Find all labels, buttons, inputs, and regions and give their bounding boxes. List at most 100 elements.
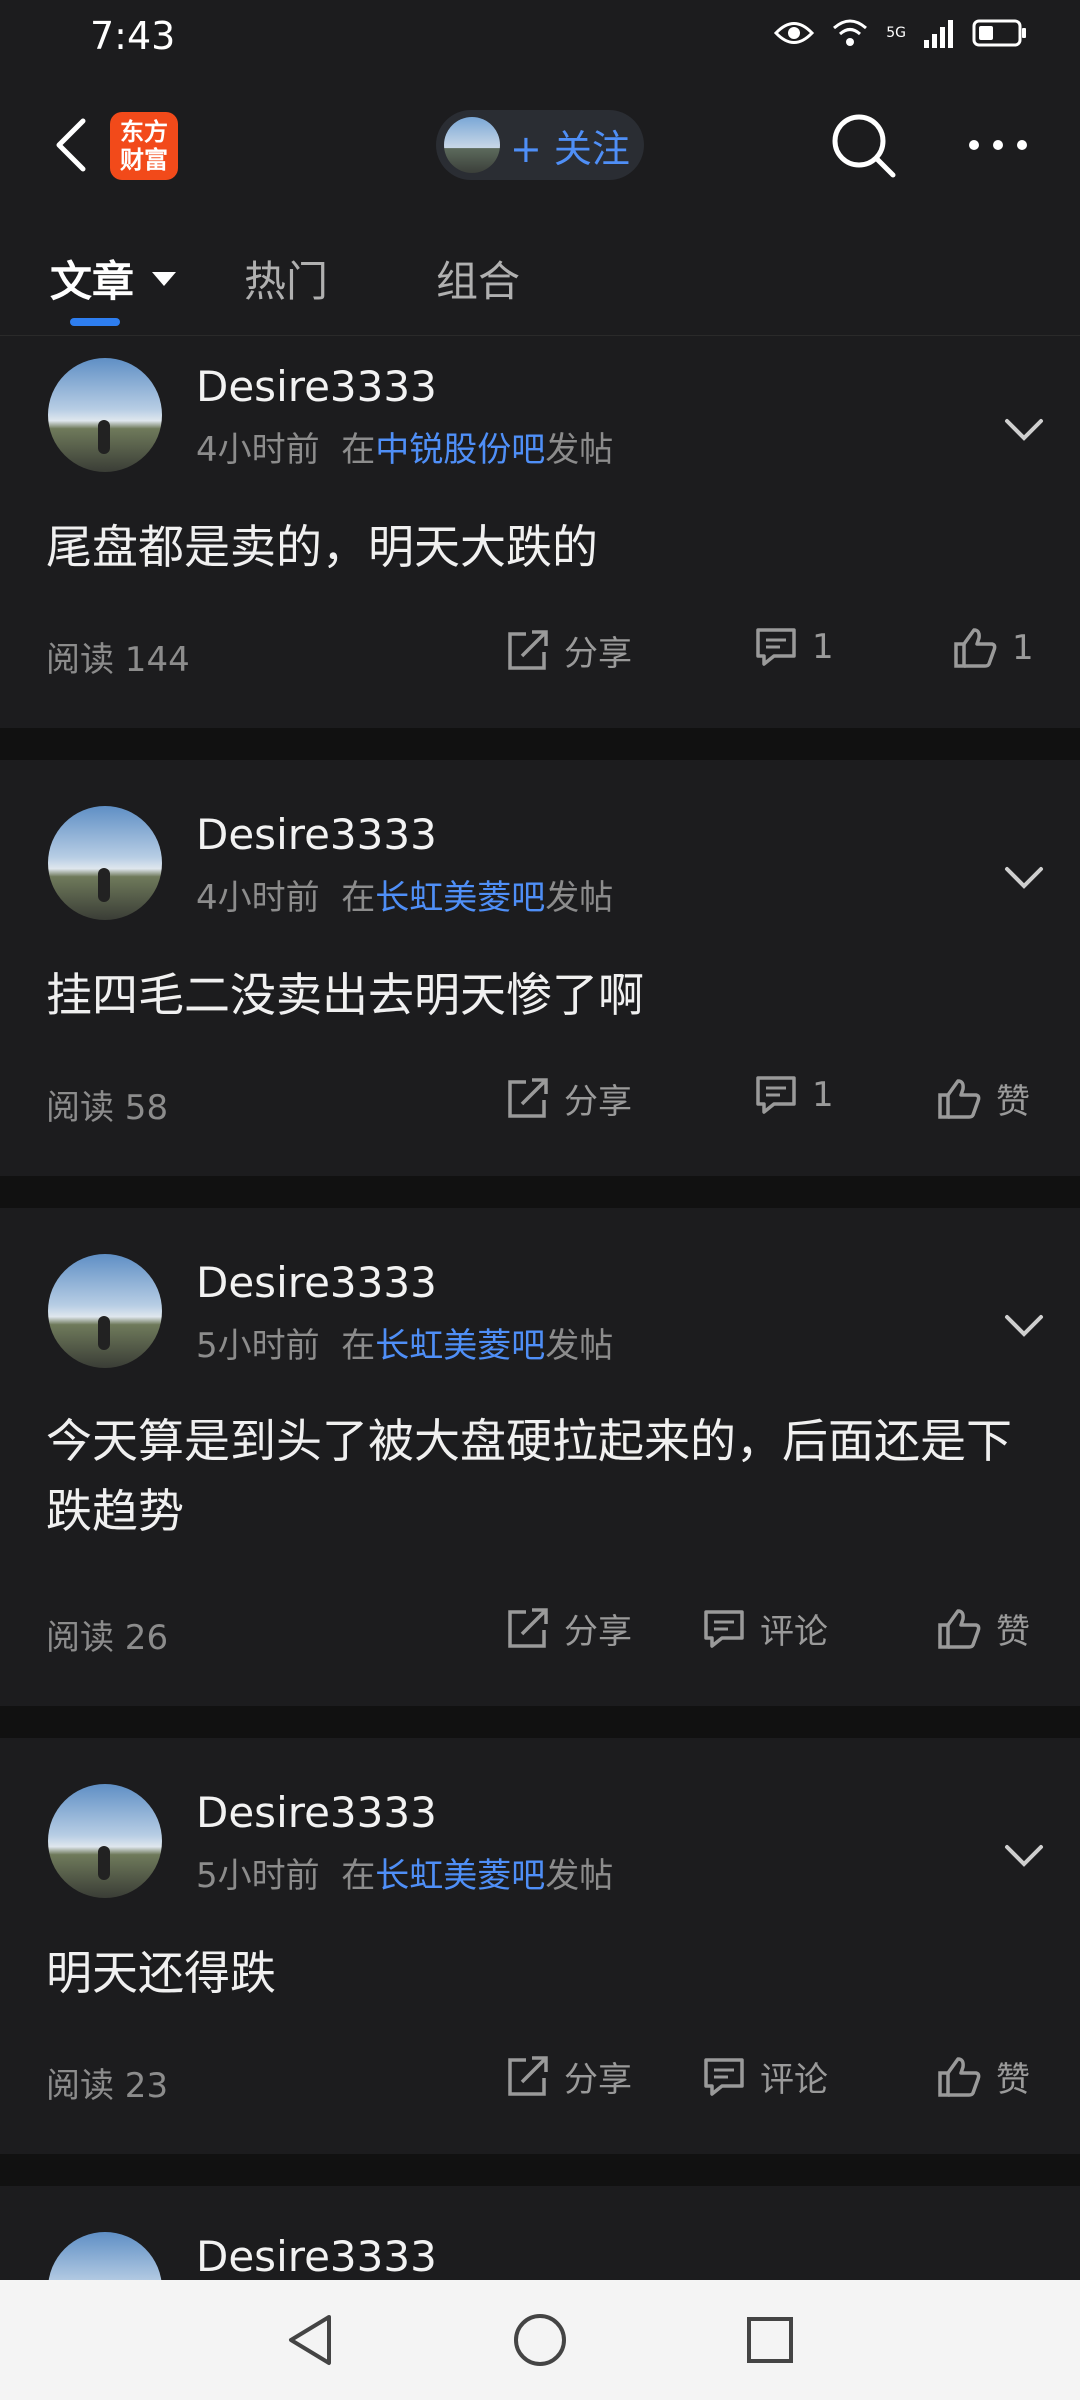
avatar[interactable] (48, 2232, 162, 2280)
post-menu-button[interactable] (1000, 2270, 1048, 2280)
forum-link[interactable]: 长虹美菱吧 (375, 878, 545, 918)
comment-icon (756, 628, 796, 666)
username[interactable]: Desire3333 (196, 1258, 437, 1307)
username[interactable]: Desire3333 (196, 2232, 437, 2280)
forum-link[interactable]: 长虹美菱吧 (375, 1856, 545, 1896)
like-button[interactable]: 赞 (936, 1604, 1030, 1653)
battery-icon (972, 19, 1026, 47)
post-menu-button[interactable] (1000, 1302, 1048, 1350)
post-card[interactable]: Desire3333 5小时前 在长虹美菱吧发帖 明天还得跌 阅读 23 分享 … (0, 1738, 1080, 2154)
comment-label: 评论 (760, 1612, 828, 1652)
more-button[interactable] (958, 120, 1038, 170)
follow-button[interactable]: + 关注 (436, 110, 644, 180)
post-text[interactable]: 明天还得跌 (46, 1938, 1036, 2008)
tab-articles[interactable]: 文章 (50, 248, 134, 309)
share-label: 分享 (564, 1612, 632, 1652)
forum-link[interactable]: 长虹美菱吧 (375, 1326, 545, 1366)
square-recents-icon (747, 2317, 793, 2363)
comment-button[interactable]: 1 (754, 626, 834, 668)
post-time: 5小时前 (196, 1326, 320, 1366)
search-button[interactable] (826, 108, 902, 184)
read-count: 阅读 26 (46, 1618, 169, 1658)
like-button[interactable]: 赞 (936, 1074, 1030, 1123)
meta-suffix: 发帖 (545, 1856, 614, 1896)
post-menu-button[interactable] (1000, 1832, 1048, 1880)
status-time: 7:43 (90, 14, 176, 58)
system-nav-bar (0, 2280, 1080, 2400)
comment-label: 评论 (760, 2060, 828, 2100)
share-label: 分享 (564, 2060, 632, 2100)
username[interactable]: Desire3333 (196, 810, 437, 859)
comment-icon (704, 1609, 744, 1648)
post-meta: 4小时前 在长虹美菱吧发帖 (196, 870, 613, 919)
thumbs-up-icon (938, 2056, 981, 2097)
comment-icon (704, 2057, 744, 2096)
avatar[interactable] (48, 1784, 162, 1898)
post-card[interactable]: Desire3333 4小时前 在长虹美菱吧发帖 挂四毛二没卖出去明天惨了啊 阅… (0, 760, 1080, 1176)
post-meta: 5小时前 在长虹美菱吧发帖 (196, 1848, 613, 1897)
username[interactable]: Desire3333 (196, 362, 437, 411)
thumbs-up-icon (954, 628, 997, 668)
comment-icon (756, 1076, 796, 1114)
like-label: 1 (1012, 628, 1034, 668)
share-icon (508, 629, 548, 670)
forum-link[interactable]: 中锐股份吧 (375, 430, 545, 470)
post-time: 4小时前 (196, 878, 320, 918)
thumbs-up-icon (938, 1078, 981, 1119)
avatar[interactable] (48, 806, 162, 920)
status-icons: 5G (774, 18, 1028, 48)
logo-line2: 财富 (120, 146, 168, 174)
meta-suffix: 发帖 (545, 430, 614, 470)
nav-back-button[interactable] (280, 2310, 340, 2370)
triangle-back-icon (289, 2315, 331, 2365)
post-menu-button[interactable] (1000, 854, 1048, 902)
meta-suffix: 发帖 (545, 878, 614, 918)
back-button[interactable] (40, 110, 100, 180)
tab-hot[interactable]: 热门 (244, 248, 328, 309)
post-time: 4小时前 (196, 430, 320, 470)
meta-prefix: 在 (341, 878, 376, 918)
like-label: 赞 (996, 1612, 1030, 1652)
share-button[interactable]: 分享 (506, 1074, 632, 1123)
post-menu-button[interactable] (1000, 406, 1048, 454)
wifi-icon (833, 19, 868, 46)
tab-bar: 文章 热门 组合 (0, 210, 1080, 336)
share-button[interactable]: 分享 (506, 626, 632, 675)
status-bar: 7:43 5G (0, 0, 1080, 80)
avatar[interactable] (48, 358, 162, 472)
eye-icon (774, 22, 815, 44)
network-label: 5G (886, 25, 906, 41)
user-avatar-small (444, 117, 500, 173)
share-button[interactable]: 分享 (506, 2052, 632, 2101)
circle-home-icon (514, 2314, 566, 2366)
username[interactable]: Desire3333 (196, 1788, 437, 1837)
post-text[interactable]: 尾盘都是卖的，明天大跌的 (46, 512, 1036, 582)
nav-home-button[interactable] (510, 2310, 570, 2370)
comment-button[interactable]: 1 (754, 1074, 834, 1116)
nav-recents-button[interactable] (740, 2310, 800, 2370)
avatar[interactable] (48, 1254, 162, 1368)
post-card[interactable]: Desire3333 5小时前 在长虹美菱吧发帖 今天算是到头了被大盘硬拉起来的… (0, 1208, 1080, 1706)
post-card[interactable]: Desire3333 4小时前 在中锐股份吧发帖 尾盘都是卖的，明天大跌的 阅读… (0, 336, 1080, 728)
like-button[interactable]: 1 (952, 626, 1034, 670)
read-count: 阅读 58 (46, 1088, 169, 1128)
tab-portfolio[interactable]: 组合 (436, 248, 520, 309)
chevron-down-icon (1005, 1315, 1043, 1337)
like-button[interactable]: 赞 (936, 2052, 1030, 2101)
share-button[interactable]: 分享 (506, 1604, 632, 1653)
tab-dropdown-icon[interactable] (152, 272, 176, 286)
comment-label: 1 (812, 1075, 834, 1115)
share-icon (508, 2055, 548, 2096)
post-meta: 4小时前 在中锐股份吧发帖 (196, 422, 613, 471)
back-arrow-icon (56, 118, 86, 172)
post-text[interactable]: 今天算是到头了被大盘硬拉起来的，后面还是下跌趋势 (46, 1406, 1036, 1546)
share-label: 分享 (564, 1082, 632, 1122)
post-text[interactable]: 挂四毛二没卖出去明天惨了啊 (46, 960, 1036, 1030)
follow-label: + 关注 (510, 126, 630, 171)
comment-button[interactable]: 评论 (702, 1604, 828, 1653)
post-card[interactable]: Desire3333 (0, 2186, 1080, 2280)
meta-prefix: 在 (341, 430, 376, 470)
comment-button[interactable]: 评论 (702, 2052, 828, 2101)
meta-prefix: 在 (341, 1856, 376, 1896)
app-logo: 东方 财富 (110, 112, 178, 180)
